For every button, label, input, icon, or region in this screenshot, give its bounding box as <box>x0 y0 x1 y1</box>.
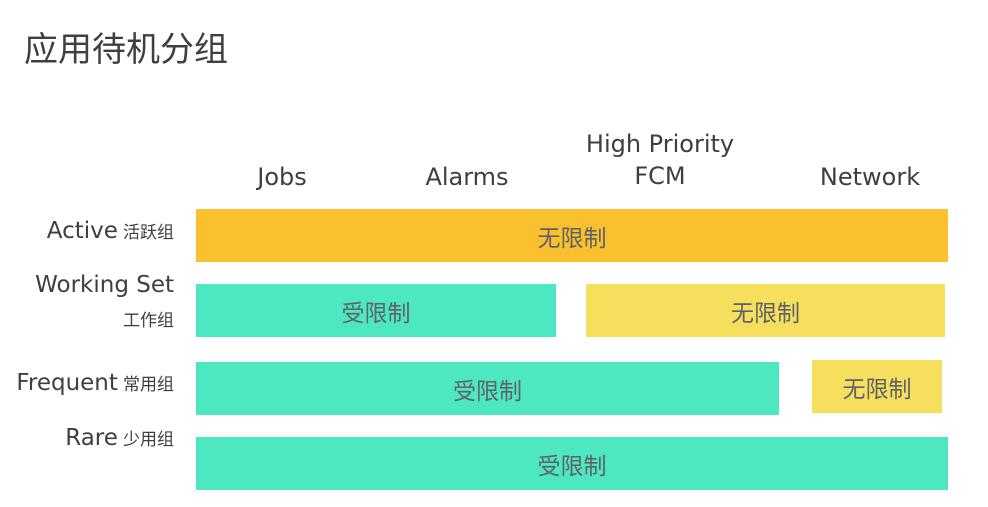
bar-frequent-restricted: 受限制 <box>196 362 779 415</box>
bar-working-set-unrestricted: 无限制 <box>586 284 945 337</box>
row-label-active-en: Active <box>46 218 118 244</box>
slide-title: 应用待机分组 <box>24 30 228 70</box>
column-header-alarms: Alarms <box>425 163 509 191</box>
row-label-active: Active 活跃组 <box>47 216 174 248</box>
row-label-active-zh: 活跃组 <box>123 223 174 243</box>
bar-frequent-unrestricted-label: 无限制 <box>842 376 912 403</box>
bar-frequent-unrestricted: 无限制 <box>812 360 942 413</box>
bar-working-set-restricted: 受限制 <box>196 284 556 337</box>
row-label-working-set-en: Working Set <box>35 272 174 298</box>
bar-working-set-unrestricted-label: 无限制 <box>731 300 800 327</box>
row-label-frequent: Frequent 常用组 <box>16 368 174 400</box>
column-header-fcm-line1: High Priority <box>585 130 735 158</box>
column-header-network: Network <box>819 163 921 191</box>
bar-active-label: 无限制 <box>537 225 607 252</box>
bar-rare-label: 受限制 <box>537 453 607 480</box>
bar-frequent-restricted-label: 受限制 <box>453 378 522 405</box>
row-label-rare: Rare 少用组 <box>65 423 174 455</box>
row-label-rare-en: Rare <box>65 425 118 451</box>
bar-active-unrestricted: 无限制 <box>196 209 948 262</box>
row-label-working-set-zh: 工作组 <box>123 311 174 331</box>
column-header-high-priority-fcm: High Priority FCM <box>560 128 760 192</box>
bar-rare-restricted: 受限制 <box>196 437 948 490</box>
row-label-working-set: Working Set 工作组 <box>35 270 174 336</box>
row-label-frequent-zh: 常用组 <box>123 375 174 395</box>
row-label-frequent-en: Frequent <box>16 370 118 396</box>
row-label-rare-zh: 少用组 <box>123 430 174 450</box>
bar-working-set-restricted-label: 受限制 <box>341 300 411 327</box>
column-header-fcm-line2: FCM <box>634 162 686 190</box>
column-header-jobs: Jobs <box>257 163 307 191</box>
